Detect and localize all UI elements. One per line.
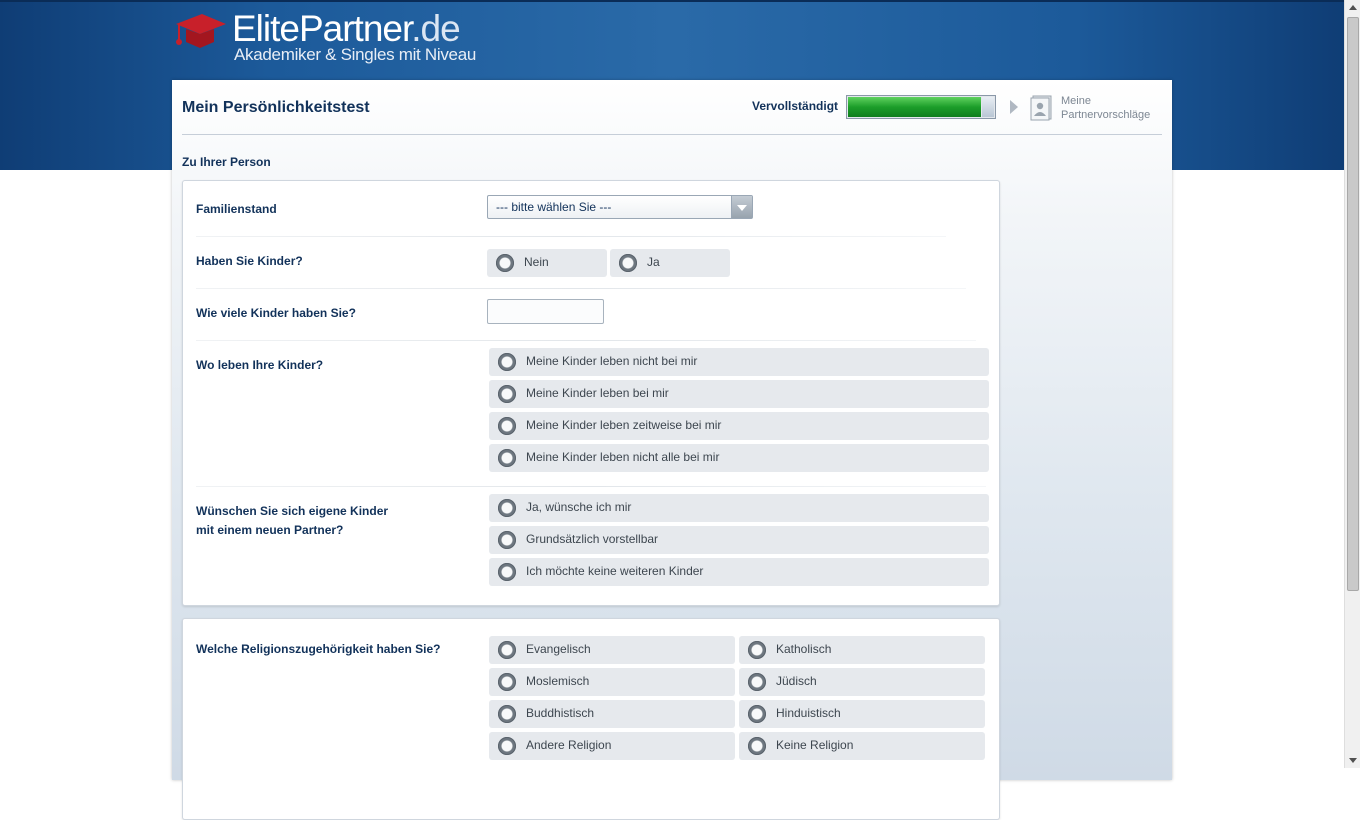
row-divider xyxy=(196,340,976,341)
scroll-up-icon[interactable] xyxy=(1345,0,1360,16)
progress-remaining xyxy=(982,97,994,117)
question-wunsch-line1: Wünschen Sie sich eigene Kinder xyxy=(196,504,389,518)
option-label: Meine Kinder leben zeitweise bei mir xyxy=(526,418,722,432)
option-religion-andere[interactable]: Andere Religion xyxy=(489,732,735,760)
option-wunsch-3[interactable]: Ich möchte keine weiteren Kinder xyxy=(489,558,989,586)
title-divider xyxy=(182,134,1162,135)
next-step-line2: Partnervorschläge xyxy=(1061,109,1151,121)
option-label: Meine Kinder leben nicht alle bei mir xyxy=(526,450,720,464)
option-wo-2[interactable]: Meine Kinder leben bei mir xyxy=(489,380,989,408)
logo-tagline: Akademiker & Singles mit Niveau xyxy=(234,45,477,64)
question-familienstand: Familienstand xyxy=(196,202,277,216)
scroll-thumb[interactable] xyxy=(1347,17,1359,591)
radio-button[interactable] xyxy=(748,641,766,659)
row-divider xyxy=(196,486,986,487)
radio-button[interactable] xyxy=(748,705,766,723)
next-step-link[interactable]: Meine Partnervorschläge xyxy=(1061,94,1171,122)
radio-button[interactable] xyxy=(498,563,516,581)
option-religion-keine[interactable]: Keine Religion xyxy=(739,732,985,760)
section-heading: Zu Ihrer Person xyxy=(182,155,271,169)
option-label: Andere Religion xyxy=(526,738,612,752)
radio-button[interactable] xyxy=(498,641,516,659)
radio-button[interactable] xyxy=(498,417,516,435)
option-label: Keine Religion xyxy=(776,738,854,752)
row-divider xyxy=(196,288,966,289)
kinder-anzahl-input[interactable] xyxy=(487,299,604,324)
progress-fill xyxy=(848,97,981,117)
option-religion-hinduistisch[interactable]: Hinduistisch xyxy=(739,700,985,728)
progress-label: Vervollständigt xyxy=(752,99,839,113)
question-kinder: Haben Sie Kinder? xyxy=(196,254,303,268)
scroll-down-icon[interactable] xyxy=(1345,752,1360,768)
radio-button[interactable] xyxy=(498,531,516,549)
question-religion: Welche Religionszugehörigkeit haben Sie? xyxy=(196,642,441,656)
option-label: Katholisch xyxy=(776,642,832,656)
radio-button[interactable] xyxy=(498,385,516,403)
row-divider xyxy=(196,236,946,237)
page-title: Mein Persönlichkeitstest xyxy=(182,99,370,116)
option-kinder-ja[interactable]: Ja xyxy=(610,249,730,277)
option-religion-juedisch[interactable]: Jüdisch xyxy=(739,668,985,696)
radio-button[interactable] xyxy=(498,499,516,517)
progress-bar xyxy=(846,95,996,119)
person-card: Familienstand --- bitte wählen Sie --- H… xyxy=(182,180,1000,606)
option-label: Grundsätzlich vorstellbar xyxy=(526,532,659,546)
question-wunsch-line2: mit einem neuen Partner? xyxy=(196,523,344,537)
radio-button[interactable] xyxy=(748,673,766,691)
option-wo-4[interactable]: Meine Kinder leben nicht alle bei mir xyxy=(489,444,989,472)
radio-button[interactable] xyxy=(498,705,516,723)
option-religion-moslemisch[interactable]: Moslemisch xyxy=(489,668,735,696)
religion-card: Welche Religionszugehörigkeit haben Sie?… xyxy=(182,618,1000,820)
option-label: Moslemisch xyxy=(526,674,590,688)
radio-button[interactable] xyxy=(498,673,516,691)
question-anzahl: Wie viele Kinder haben Sie? xyxy=(196,306,356,320)
option-wunsch-2[interactable]: Grundsätzlich vorstellbar xyxy=(489,526,989,554)
option-label: Ich möchte keine weiteren Kinder xyxy=(526,564,704,578)
option-label: Nein xyxy=(524,255,549,269)
question-wunsch: Wünschen Sie sich eigene Kinder mit eine… xyxy=(196,502,388,540)
question-wo: Wo leben Ihre Kinder? xyxy=(196,358,324,372)
profile-card-icon[interactable] xyxy=(1030,95,1052,121)
option-religion-buddhistisch[interactable]: Buddhistisch xyxy=(489,700,735,728)
option-label: Buddhistisch xyxy=(526,706,595,720)
radio-button[interactable] xyxy=(748,737,766,755)
option-label: Ja, wünsche ich mir xyxy=(526,500,632,514)
option-label: Jüdisch xyxy=(776,674,817,688)
option-label: Meine Kinder leben nicht bei mir xyxy=(526,354,698,368)
logo-wordmark: ElitePartner.de xyxy=(232,8,461,49)
option-wo-3[interactable]: Meine Kinder leben zeitweise bei mir xyxy=(489,412,989,440)
radio-button[interactable] xyxy=(498,449,516,467)
vertical-scrollbar[interactable] xyxy=(1344,0,1360,768)
graduation-cap-icon xyxy=(176,14,226,48)
radio-button[interactable] xyxy=(496,254,514,272)
option-wunsch-1[interactable]: Ja, wünsche ich mir xyxy=(489,494,989,522)
option-wo-1[interactable]: Meine Kinder leben nicht bei mir xyxy=(489,348,989,376)
option-religion-katholisch[interactable]: Katholisch xyxy=(739,636,985,664)
radio-button[interactable] xyxy=(619,254,637,272)
next-step-line1: Meine xyxy=(1061,95,1091,107)
step-arrow-icon xyxy=(1010,100,1018,114)
radio-button[interactable] xyxy=(498,737,516,755)
familienstand-selected: --- bitte wählen Sie --- xyxy=(496,200,612,214)
familienstand-select[interactable]: --- bitte wählen Sie --- xyxy=(487,195,753,219)
option-label: Evangelisch xyxy=(526,642,591,656)
option-label: Ja xyxy=(647,255,660,269)
option-kinder-nein[interactable]: Nein xyxy=(487,249,607,277)
chevron-down-icon[interactable] xyxy=(731,196,752,218)
main-panel: Mein Persönlichkeitstest Vervollständigt… xyxy=(172,80,1172,820)
option-religion-evangelisch[interactable]: Evangelisch xyxy=(489,636,735,664)
option-label: Meine Kinder leben bei mir xyxy=(526,386,669,400)
option-label: Hinduistisch xyxy=(776,706,841,720)
logo[interactable]: ElitePartner.de Akademiker & Singles mit… xyxy=(174,8,504,72)
radio-button[interactable] xyxy=(498,353,516,371)
